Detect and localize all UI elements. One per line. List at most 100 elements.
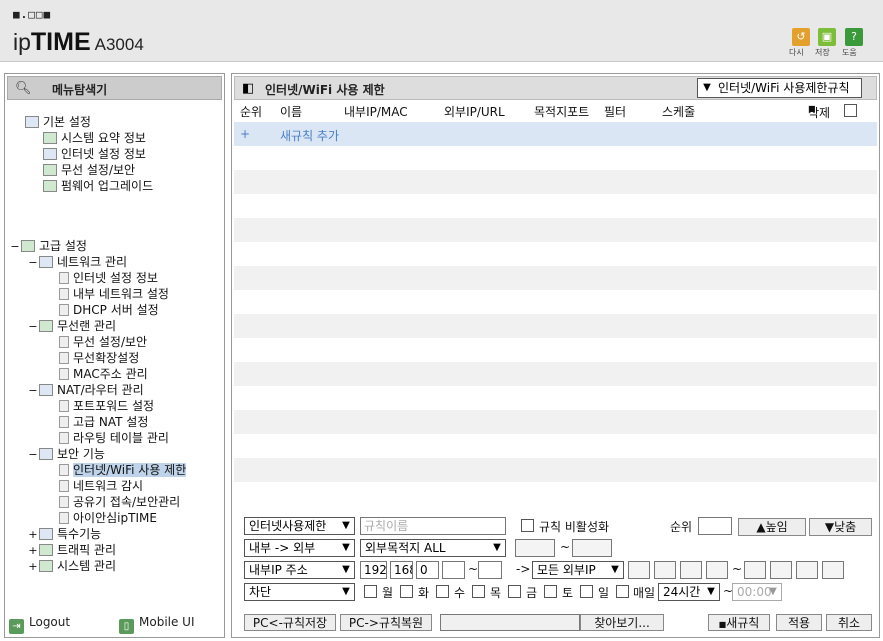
save-button[interactable]: ▣ 저장 bbox=[815, 28, 839, 57]
page-icon bbox=[59, 512, 69, 524]
collapse-icon[interactable]: − bbox=[9, 239, 21, 255]
day-wed-label: 수 bbox=[454, 586, 466, 600]
time-start-select[interactable]: 24시간 ▼ bbox=[658, 583, 720, 601]
port-end-input[interactable] bbox=[572, 539, 612, 557]
browse-button[interactable]: 찾아보기... bbox=[580, 614, 664, 631]
pc-restore-rules-button[interactable]: PC->규칙복원 bbox=[340, 614, 432, 631]
tree-internet-info-2[interactable]: 인터넷 설정 정보 bbox=[57, 270, 158, 286]
ip-octet-3[interactable]: 0 bbox=[416, 561, 439, 579]
list-item bbox=[234, 434, 877, 458]
col-port: 목적지포트 bbox=[534, 105, 590, 119]
expand-icon[interactable]: + bbox=[27, 527, 39, 543]
ext-ip-start-4[interactable] bbox=[706, 561, 728, 579]
tree-network-monitor[interactable]: 네트워크 감시 bbox=[57, 478, 143, 494]
page-title: 인터넷/WiFi 사용 제한 bbox=[265, 83, 385, 97]
rule-type-select[interactable]: 인터넷사용제한 ▼ bbox=[244, 517, 355, 535]
help-button[interactable]: ? 도움 bbox=[842, 28, 866, 57]
tree-nat-mgmt[interactable]: − NAT/라우터 관리 bbox=[27, 382, 143, 399]
cancel-button[interactable]: 취소 bbox=[826, 614, 872, 631]
rule-name-input[interactable]: 규칙이름 bbox=[360, 517, 506, 535]
file-path-input[interactable] bbox=[440, 614, 580, 631]
ext-ip-end-3[interactable] bbox=[796, 561, 818, 579]
new-rule-button[interactable]: ■새규칙 bbox=[708, 614, 770, 631]
tree-kids-safe[interactable]: 아이안심ipTIME bbox=[57, 510, 157, 526]
tree-advanced-settings[interactable]: − 고급 설정 bbox=[9, 238, 87, 254]
day-wed-checkbox[interactable] bbox=[436, 585, 449, 598]
ip-octet-4-end[interactable] bbox=[478, 561, 502, 579]
collapse-icon[interactable]: − bbox=[27, 447, 39, 463]
daily-label: 매일 bbox=[633, 586, 656, 600]
lower-button[interactable]: ▼낮춤 bbox=[809, 518, 872, 536]
page-icon bbox=[59, 464, 69, 476]
collapse-icon[interactable]: − bbox=[27, 319, 39, 335]
direction-select[interactable]: 내부 -> 외부 ▼ bbox=[244, 539, 355, 557]
refresh-button[interactable]: ↺ 다시 bbox=[789, 28, 813, 57]
tree-mac-mgmt[interactable]: MAC주소 관리 bbox=[57, 366, 148, 382]
internal-ip-select[interactable]: 내부IP 주소 ▼ bbox=[244, 561, 355, 579]
col-schedule: 스케줄 bbox=[662, 105, 696, 119]
ip-octet-2[interactable]: 168 bbox=[390, 561, 413, 579]
main-header: ◧ 인터넷/WiFi 사용 제한 ▼ 인터넷/WiFi 사용제한규칙 bbox=[234, 76, 877, 100]
tree-wireless-mgmt[interactable]: − 무선랜 관리 bbox=[27, 318, 116, 334]
tree-security[interactable]: − 보안 기능 bbox=[27, 446, 105, 462]
day-thu-checkbox[interactable] bbox=[472, 585, 485, 598]
collapse-icon[interactable]: − bbox=[27, 383, 39, 399]
new-rule-row[interactable]: + 새규칙 추가 bbox=[234, 122, 877, 146]
time-end-select[interactable]: 00:00 ▼ bbox=[732, 583, 782, 601]
rank-input[interactable] bbox=[698, 517, 732, 535]
tree-special-features[interactable]: + 특수기능 bbox=[27, 526, 101, 542]
tree-system-summary[interactable]: 시스템 요약 정보 bbox=[43, 130, 146, 146]
day-fri-checkbox[interactable] bbox=[508, 585, 521, 598]
ip-octet-1[interactable]: 192 bbox=[360, 561, 387, 579]
raise-button[interactable]: ▲높임 bbox=[738, 518, 806, 536]
tree-basic-settings[interactable]: 기본 설정 bbox=[25, 114, 91, 130]
ip-octet-4-start[interactable] bbox=[442, 561, 465, 579]
mode-select[interactable]: ▼ 인터넷/WiFi 사용제한규칙 bbox=[697, 78, 862, 98]
tree-internet-info[interactable]: 인터넷 설정 정보 bbox=[43, 146, 146, 162]
ext-ip-start-3[interactable] bbox=[680, 561, 702, 579]
tree-advanced-nat[interactable]: 고급 NAT 설정 bbox=[57, 414, 148, 430]
disable-rule-checkbox[interactable] bbox=[521, 519, 534, 532]
tree-routing-table[interactable]: 라우팅 테이블 관리 bbox=[57, 430, 169, 446]
port-start-input[interactable] bbox=[515, 539, 555, 557]
tree-router-access[interactable]: 공유기 접속/보안관리 bbox=[57, 494, 180, 510]
destination-select[interactable]: 외부목적지 ALL ▼ bbox=[360, 539, 506, 557]
day-sun-checkbox[interactable] bbox=[580, 585, 593, 598]
tree-internet-restriction[interactable]: 인터넷/WiFi 사용 제한 bbox=[57, 462, 187, 478]
list-item bbox=[234, 170, 877, 194]
logout-button[interactable]: ⇥ Logout bbox=[9, 615, 70, 634]
tree-port-forward[interactable]: 포트포워드 설정 bbox=[57, 398, 154, 414]
chart-icon bbox=[43, 132, 57, 144]
apply-button[interactable]: 적용 bbox=[776, 614, 822, 631]
page-icon bbox=[59, 304, 69, 316]
ext-ip-start-1[interactable] bbox=[628, 561, 650, 579]
tree-firmware-upgrade[interactable]: 펌웨어 업그레이드 bbox=[43, 178, 153, 194]
day-mon-checkbox[interactable] bbox=[364, 585, 377, 598]
daily-checkbox[interactable] bbox=[616, 585, 629, 598]
ext-ip-end-4[interactable] bbox=[822, 561, 844, 579]
collapse-icon[interactable]: − bbox=[27, 255, 39, 271]
mobile-ui-button[interactable]: ▯ Mobile UI bbox=[119, 615, 195, 634]
pc-save-rules-button[interactable]: PC<-규칙저장 bbox=[244, 614, 336, 631]
ext-ip-end-2[interactable] bbox=[770, 561, 792, 579]
expand-icon[interactable]: + bbox=[27, 559, 39, 575]
tree-wireless-settings[interactable]: 무선 설정/보안 bbox=[57, 334, 147, 350]
lock-icon bbox=[39, 448, 53, 460]
tree-network-mgmt[interactable]: − 네트워크 관리 bbox=[27, 254, 127, 270]
external-ip-select[interactable]: 모든 외부IP ▼ bbox=[532, 561, 624, 579]
tree-dhcp-settings[interactable]: DHCP 서버 설정 bbox=[57, 302, 159, 318]
tree-wireless-extend[interactable]: 무선확장설정 bbox=[57, 350, 139, 366]
day-thu-label: 목 bbox=[490, 586, 502, 600]
day-sat-checkbox[interactable] bbox=[544, 585, 557, 598]
tree-lan-settings[interactable]: 내부 네트워크 설정 bbox=[57, 286, 169, 302]
expand-icon[interactable]: + bbox=[27, 543, 39, 559]
tree-system-mgmt[interactable]: + 시스템 관리 bbox=[27, 558, 116, 574]
list-item bbox=[234, 218, 877, 242]
ext-ip-start-2[interactable] bbox=[654, 561, 676, 579]
delete-all-checkbox[interactable] bbox=[844, 104, 857, 117]
tree-traffic-mgmt[interactable]: + 트래픽 관리 bbox=[27, 542, 116, 558]
tree-wireless-security[interactable]: 무선 설정/보안 bbox=[43, 162, 135, 178]
action-select[interactable]: 차단 ▼ bbox=[244, 583, 355, 601]
day-tue-checkbox[interactable] bbox=[400, 585, 413, 598]
ext-ip-end-1[interactable] bbox=[744, 561, 766, 579]
